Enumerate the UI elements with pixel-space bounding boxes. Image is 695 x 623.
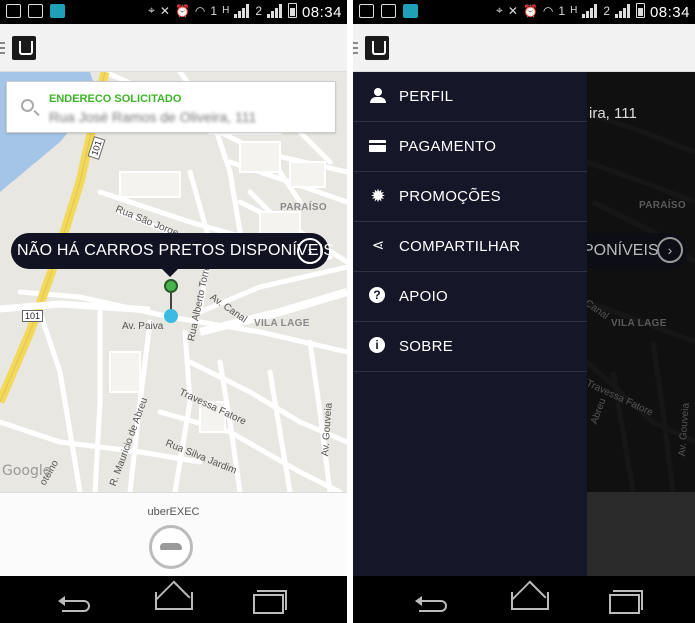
menu-item-label: PROMOÇÕES [399,188,501,205]
navigation-drawer: PERFIL PAGAMENTO ✹ PROMOÇÕES ⋖ COMPARTIL… [353,72,587,576]
menu-indicator-icon[interactable] [0,42,5,54]
system-icons: ⌖ ✕ ⏰ ◠ 1 H 2 [496,3,645,18]
vehicle-selector: uberEXEC [0,492,347,576]
signal-icon [582,3,598,18]
person-icon [369,87,387,105]
district-label: PARAÍSO [639,200,686,211]
menu-item-label: APOIO [399,288,449,305]
menu-item-perfil[interactable]: PERFIL [353,72,587,122]
navigation-bar [0,576,347,623]
menu-item-compartilhar[interactable]: ⋖ COMPARTILHAR [353,222,587,272]
menu-item-sobre[interactable]: i SOBRE [353,322,587,372]
app-bar [353,24,695,72]
credit-card-icon [369,137,387,155]
location-icon: ⌖ [496,3,503,17]
wifi-icon: ◠ [194,3,206,18]
availability-callout-fragment: PONÍVEIS › [583,233,687,269]
network-type-label: H [222,5,230,16]
menu-item-label: COMPARTILHAR [399,238,521,255]
wifi-icon: ◠ [542,3,554,18]
district-label: PARAÍSO [280,202,327,213]
street-label: Av. Paiva [122,321,164,332]
google-attribution: Google [2,463,52,479]
vibrate-icon: ✕ [159,3,170,18]
pickup-pin-icon[interactable] [164,279,178,293]
vibrate-icon: ✕ [507,3,518,18]
menu-item-apoio[interactable]: ? APOIO [353,272,587,322]
notification-icons [359,4,418,18]
promo-badge-icon: ✹ [370,186,386,206]
sim1-label: 1 [558,3,566,18]
district-label: VILA LAGE [611,318,667,329]
menu-item-label: PAGAMENTO [399,138,497,155]
image-notification-icon [359,4,374,18]
status-bar: ⌖ ✕ ⏰ ◠ 1 H 2 08:34 [353,0,695,24]
uber-logo-button[interactable] [365,36,389,60]
alarm-icon: ⏰ [174,3,190,18]
callout-fragment-text: PONÍVEIS [583,242,659,259]
voicemail-icon [403,4,418,18]
recent-apps-icon[interactable] [253,588,287,614]
navigation-bar [353,576,695,623]
menu-indicator-icon[interactable] [353,42,358,54]
uber-logo-button[interactable] [12,36,36,60]
address-value: Rua José Ramos de Oliveira, 111 [49,109,257,125]
availability-callout[interactable]: NÃO HÁ CARROS PRETOS DISPONÍVEIS › [11,233,334,269]
share-icon: ⋖ [371,237,385,254]
route-shield: 101 [22,310,44,322]
map-screen: ⌖ ✕ ⏰ ◠ 1 H 2 08:34 Rua São Jorge PARAÍS… [0,0,347,623]
home-icon[interactable] [511,588,549,610]
battery-icon [288,3,297,18]
notification-icons [6,4,65,18]
address-fragment: ira, 111 [589,105,637,122]
chevron-right-icon[interactable]: › [297,238,323,264]
location-icon: ⌖ [148,3,155,17]
image-notification-icon [6,4,21,18]
radio-notification-icon [381,4,396,18]
sim2-label: 2 [603,3,610,18]
callout-pointer [162,269,178,277]
back-icon[interactable] [58,588,90,612]
chevron-right-icon: › [657,237,683,263]
menu-item-label: SOBRE [399,338,454,355]
status-bar: ⌖ ✕ ⏰ ◠ 1 H 2 08:34 [0,0,347,24]
recent-apps-icon[interactable] [609,588,643,614]
menu-item-promocoes[interactable]: ✹ PROMOÇÕES [353,172,587,222]
home-icon[interactable] [155,588,193,610]
app-bar [0,24,347,72]
help-icon: ? [369,287,385,303]
current-location-dot [164,309,178,323]
clock: 08:34 [301,4,342,21]
system-icons: ⌖ ✕ ⏰ ◠ 1 H 2 [148,3,297,18]
signal-icon [267,3,283,18]
availability-text: NÃO HÁ CARROS PRETOS DISPONÍVEIS [17,242,335,259]
clock: 08:34 [649,4,690,21]
battery-icon [636,3,645,18]
menu-item-pagamento[interactable]: PAGAMENTO [353,122,587,172]
drawer-screen: ⌖ ✕ ⏰ ◠ 1 H 2 08:34 ira, 111 PARAÍSO PON… [353,0,695,623]
menu-item-label: PERFIL [399,88,454,105]
alarm-icon: ⏰ [522,3,538,18]
signal-icon [234,3,250,18]
signal-icon [615,3,631,18]
info-icon: i [369,337,385,353]
car-icon[interactable] [149,525,193,569]
voicemail-icon [50,4,65,18]
vehicle-label: uberEXEC [147,506,200,518]
sim1-label: 1 [210,3,218,18]
pickup-address-card[interactable]: ENDERECO SOLICITADO Rua José Ramos de Ol… [6,81,336,133]
back-icon[interactable] [415,588,447,612]
network-type-label: H [570,5,578,16]
radio-notification-icon [28,4,43,18]
address-label: ENDERECO SOLICITADO [49,93,182,105]
search-icon [21,99,34,112]
district-label: VILA LAGE [254,318,310,329]
sim2-label: 2 [255,3,262,18]
